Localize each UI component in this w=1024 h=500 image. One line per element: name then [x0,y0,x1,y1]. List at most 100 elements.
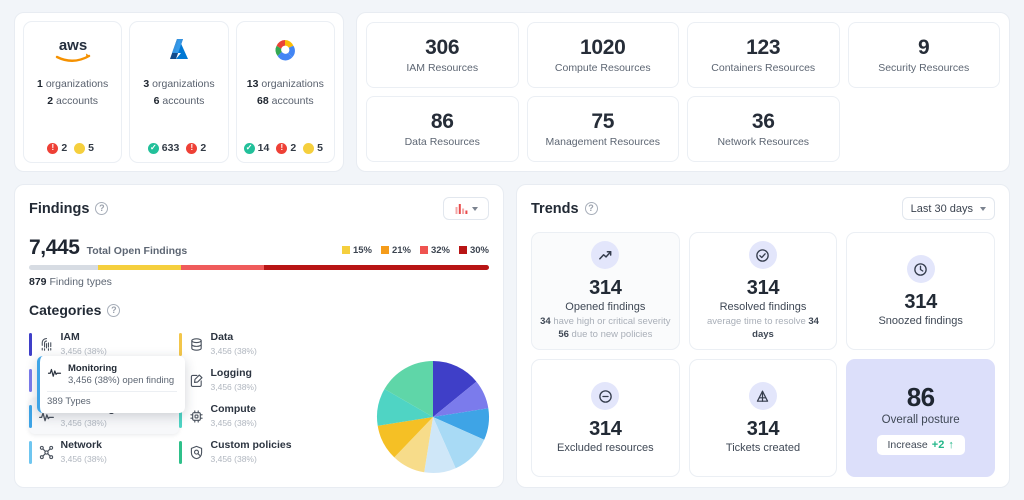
category-item-network[interactable]: Network 3,456 (38%) [29,434,179,470]
resource-card-data[interactable]: 86 Data Resources [366,96,519,162]
category-accent [29,333,32,356]
resources-grid: 306 IAM Resources 1020 Compute Resources… [366,22,1000,162]
ok-dot-icon: ✓ [148,143,159,154]
help-icon[interactable]: ? [95,202,108,215]
minus-circle-icon [591,382,619,410]
date-range-dropdown[interactable]: Last 30 days [902,197,995,220]
categories-area: IAM 3,456 (38%) Data 3,456 (38%) [29,326,489,477]
resource-card-compute[interactable]: 1020 Compute Resources [527,22,680,88]
category-sub: 3,456 (38%) [211,453,292,465]
resource-card-placeholder [848,96,1001,162]
severity-bar [29,265,489,270]
bottom-row: Findings ? 7,445 Total Open Findings [14,184,1010,488]
resource-card-management[interactable]: 75 Management Resources [527,96,680,162]
legend-swatch [420,246,428,254]
alert-dot-icon: ! [47,143,58,154]
finding-types-count: 879 [29,276,47,288]
resource-card-network[interactable]: 36 Network Resources [687,96,840,162]
category-sub: 3,456 (38%) [211,345,257,357]
categories-pie-chart[interactable] [373,357,493,477]
cloud-card-gcp[interactable]: 13 organizations 68 accounts ✓14 !2 5 [236,21,335,163]
help-icon[interactable]: ? [585,202,598,215]
legend-item: 21% [381,245,411,256]
findings-panel: Findings ? 7,445 Total Open Findings [14,184,504,488]
resource-value: 36 [752,110,775,134]
aws-logo: aws [50,32,96,68]
resource-label: Network Resources [717,136,809,148]
severity-legend: 15% 21% 32% 30% [342,245,489,256]
azure-accounts: 6 accounts [154,93,205,110]
cloud-card-azure[interactable]: 3 organizations 6 accounts ✓633 !2 [129,21,228,163]
category-accent [29,441,32,464]
trends-grid: 314 Opened findings 34 have high or crit… [531,232,995,477]
help-icon[interactable]: ? [107,304,120,317]
severity-segment [181,265,264,270]
category-item-logging[interactable]: Logging 3,456 (38%) [179,362,329,398]
resource-card-security[interactable]: 9 Security Resources [848,22,1001,88]
trend-card-excluded-resources[interactable]: 314 Excluded resources [531,359,680,477]
trend-card-resolved-findings[interactable]: 314 Resolved findings average time to re… [689,232,838,350]
category-text: Data 3,456 (38%) [211,331,257,357]
database-icon [188,336,205,353]
tooltip-types: 389 Types [47,396,177,407]
date-range-label: Last 30 days [911,203,973,215]
category-sub: 3,456 (38%) [61,453,107,465]
svg-text:aws: aws [58,37,86,54]
tooltip-title: Monitoring [68,363,174,374]
trend-card-snoozed-findings[interactable]: 314 Snoozed findings [846,232,995,350]
finding-types-label: Finding types [49,276,111,288]
page-title: Findings [29,201,89,217]
category-text: Compute 3,456 (38%) [211,403,257,429]
category-item-data[interactable]: Data 3,456 (38%) [179,326,329,362]
cpu-chip-icon [188,408,205,425]
categories-title: Categories [29,302,101,318]
resource-label: Compute Resources [555,62,651,74]
trend-sub-bold: 56 [558,329,569,340]
fingerprint-icon [38,336,55,353]
chart-type-dropdown[interactable] [443,197,489,220]
tooltip-value: 3,456 (38%) open finding [68,375,174,386]
trend-card-overall-posture[interactable]: 86 Overall posture Increase +2 ↑ [846,359,995,477]
policy-shield-icon [188,444,205,461]
total-findings-label: Total Open Findings [87,245,188,257]
ok-count: 14 [258,142,270,154]
resource-label: IAM Resources [406,62,478,74]
tooltip-text: Monitoring 3,456 (38%) open finding [68,363,174,386]
trend-label: Excluded resources [557,442,654,454]
category-name: Network [61,439,107,451]
trend-sub: average time to resolve 34 days [696,315,831,341]
resource-label: Security Resources [878,62,969,74]
resource-label: Containers Resources [711,62,815,74]
category-sub: 3,456 (38%) [211,381,257,393]
clock-icon [907,255,935,283]
resource-card-iam[interactable]: 306 IAM Resources [366,22,519,88]
pie-svg [373,357,493,477]
category-name: IAM [61,331,107,343]
top-row: aws 1 organizations 2 accounts !2 5 [14,12,1010,172]
alert-dot-icon: ! [276,143,287,154]
trend-card-tickets-created[interactable]: 314 Tickets created [689,359,838,477]
cloud-card-aws[interactable]: aws 1 organizations 2 accounts !2 5 [23,21,122,163]
category-item-custom-policies[interactable]: Custom policies 3,456 (38%) [179,434,329,470]
trend-sub-bold: 34 [540,316,551,327]
ok-count: 633 [162,142,180,154]
posture-delta: +2 [932,439,945,451]
gcp-status-dots: ✓14 !2 5 [244,130,327,154]
alert-count: 2 [200,142,206,154]
total-findings-row: 7,445 Total Open Findings 15% 21% 32% 30… [29,236,489,260]
resource-card-containers[interactable]: 123 Containers Resources [687,22,840,88]
resource-value: 1020 [580,36,626,60]
category-name: Compute [211,403,257,415]
trend-value: 314 [589,276,621,300]
severity-segment [29,265,98,270]
aws-status-dots: !2 5 [47,130,98,154]
legend-swatch [381,246,389,254]
trending-up-icon [591,241,619,269]
legend-swatch [459,246,467,254]
category-item-compute[interactable]: Compute 3,456 (38%) [179,398,329,434]
trend-card-opened-findings[interactable]: 314 Opened findings 34 have high or crit… [531,232,680,350]
chevron-down-icon [472,207,478,211]
resource-value: 9 [918,36,929,60]
category-text: Network 3,456 (38%) [61,439,107,465]
category-sub: 3,456 (38%) [211,417,257,429]
